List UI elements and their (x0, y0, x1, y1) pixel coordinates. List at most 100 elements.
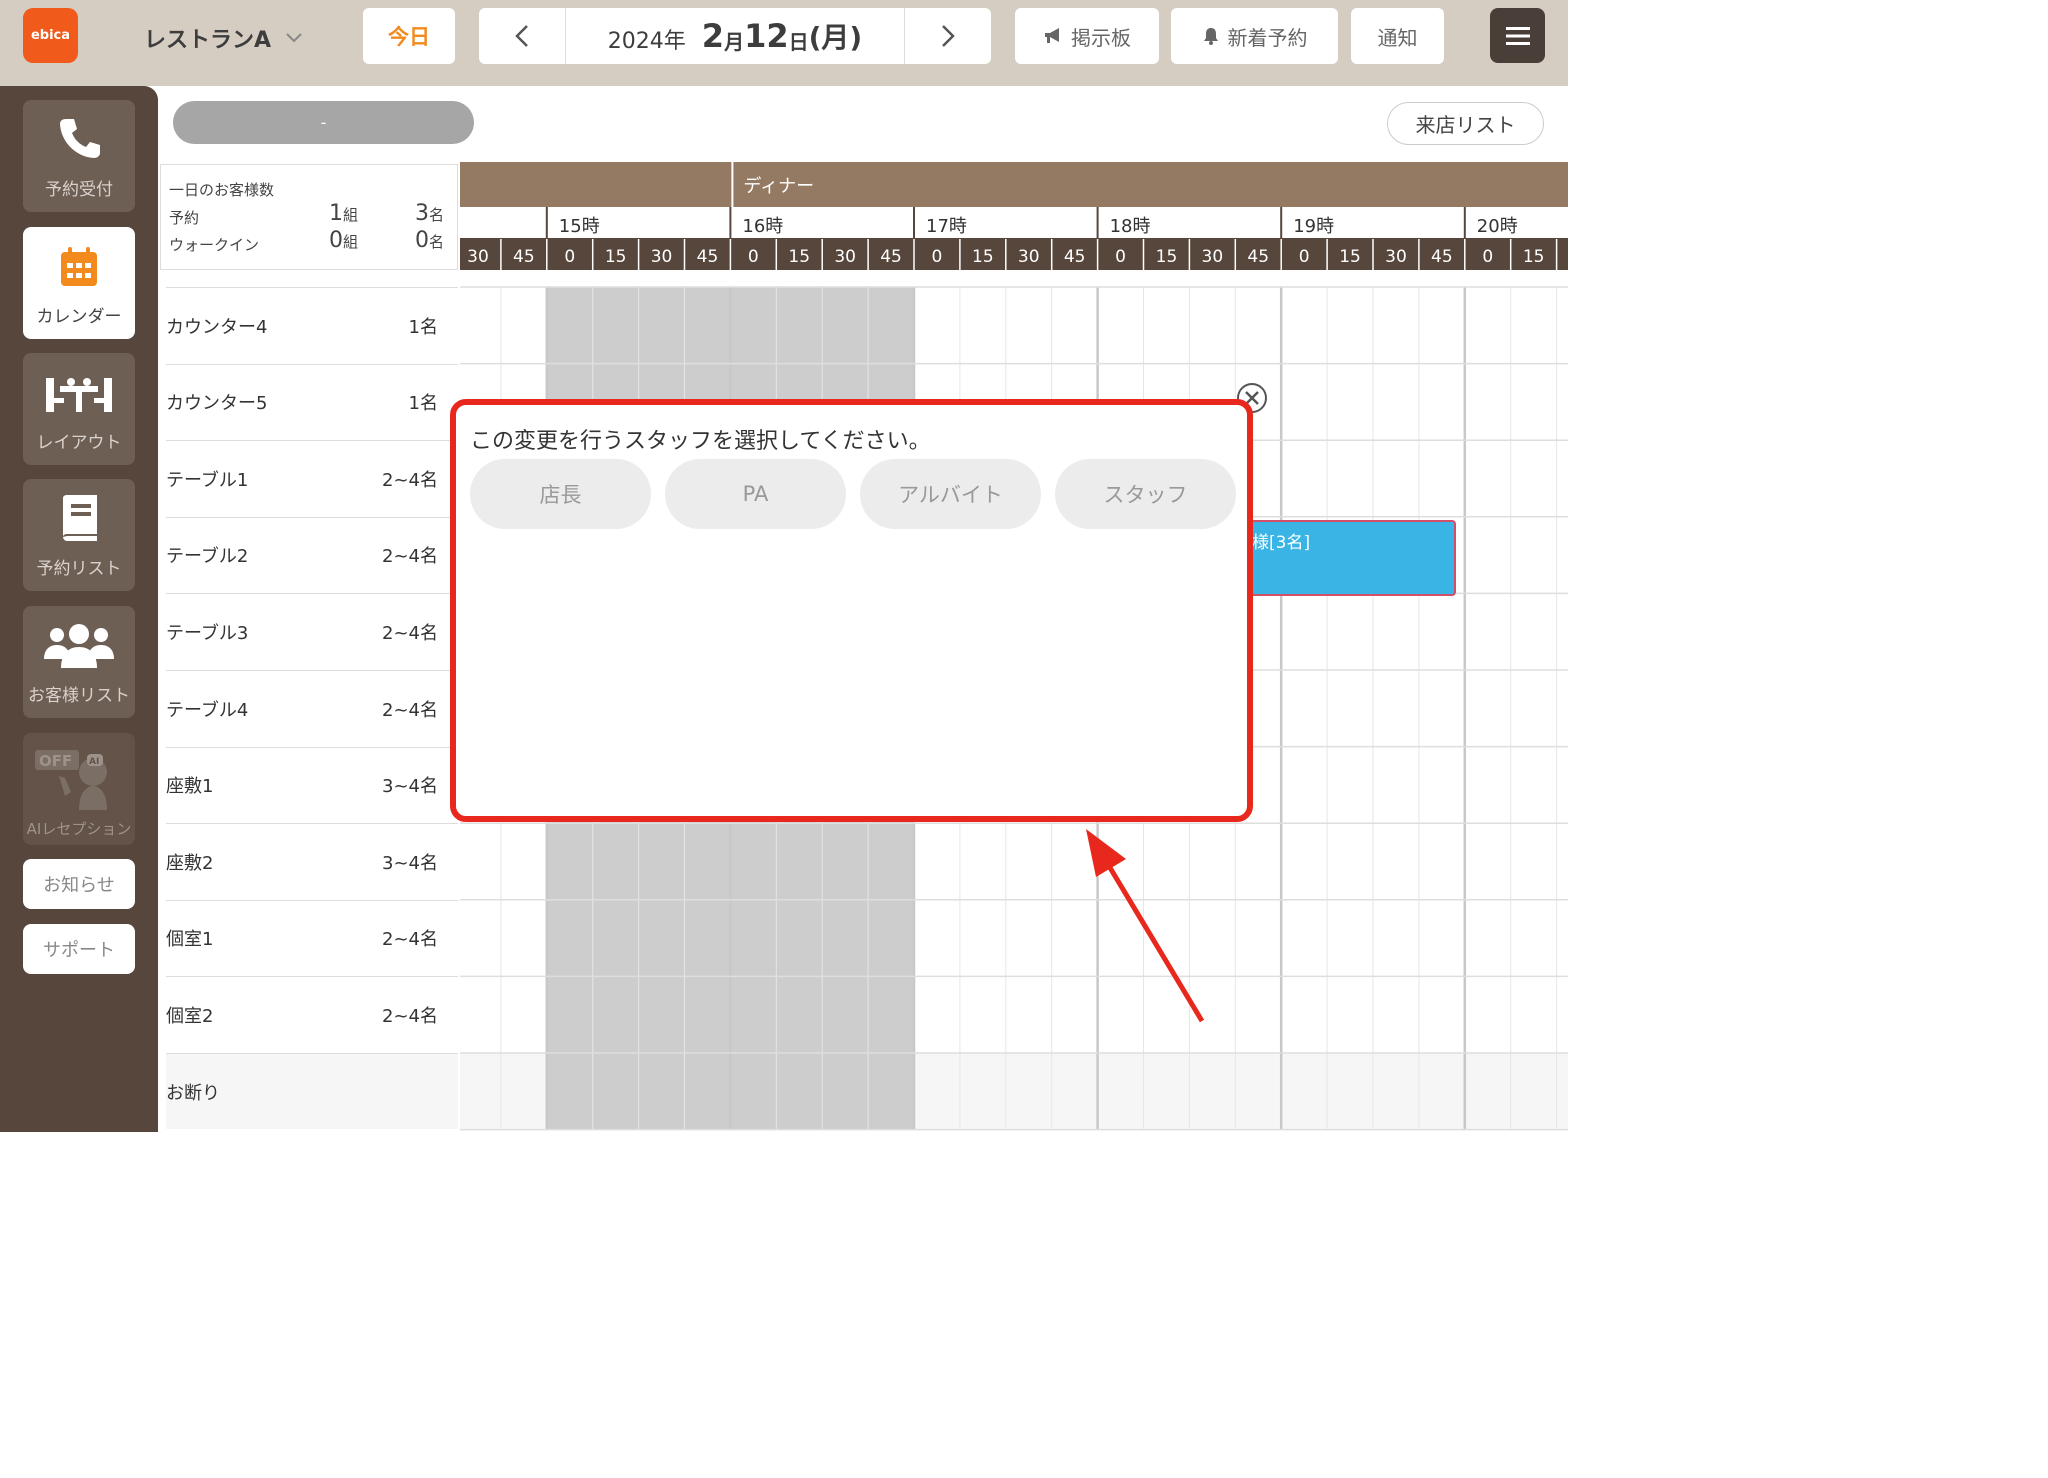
sidebar-item-layout[interactable]: レイアウト (23, 353, 135, 465)
table-name: カウンター5 (166, 393, 268, 415)
table-capacity: 1名 (408, 393, 438, 415)
walkin-people: 0名 (415, 228, 444, 253)
summary-reserved-row: 予約 (169, 207, 199, 228)
minute-label: 15 (788, 247, 810, 267)
dialog-message: この変更を行うスタッフを選択してください。 (470, 429, 931, 454)
date-day-unit: 日 (788, 29, 809, 54)
ai-receptionist-icon: OFF AI (35, 750, 107, 810)
calendar-main: - 来店リスト 一日のお客様数 予約 ウォークイン 1組 3名 0組 0名 カウ… (158, 86, 1568, 1132)
table-row-label[interactable]: テーブル2 2~4名 (166, 516, 458, 593)
new-reservations-label: 新着予約 (1227, 25, 1308, 50)
visit-list-label: 来店リスト (1415, 113, 1516, 137)
people-icon (44, 624, 114, 668)
period-label: ディナー (743, 176, 814, 197)
minute-label: 45 (1247, 247, 1269, 267)
sidebar-item-label: お客様リスト (28, 686, 130, 706)
staff-choice-label: アルバイト (898, 483, 1003, 507)
date-month: 2 (701, 17, 725, 55)
date-weekday: (月) (808, 21, 863, 54)
period-band (460, 162, 1568, 207)
date-navigator: 2024年 2 月 12 日 (月) (479, 8, 991, 64)
ebica-logo[interactable]: ebica (23, 8, 78, 63)
chevron-right-icon (942, 25, 955, 47)
sidebar-item-label: レイアウト (36, 433, 122, 453)
hour-label: 15時 (559, 216, 600, 237)
table-row-label[interactable]: 個室1 2~4名 (166, 899, 458, 976)
reserved-people-value: 3 (415, 201, 429, 226)
table-row-label[interactable]: 座敷2 3~4名 (166, 823, 458, 899)
table-capacity: 2~4名 (382, 546, 438, 568)
minute-label: 45 (1064, 247, 1086, 267)
reserved-groups: 1組 (329, 201, 358, 226)
table-row-label[interactable]: 座敷1 3~4名 (166, 746, 458, 823)
minute-label: 0 (1115, 247, 1126, 267)
summary-walkin-row: ウォークイン (169, 234, 259, 255)
staff-choice-staff[interactable]: スタッフ (1055, 459, 1236, 529)
next-day-button[interactable] (905, 8, 991, 64)
minute-label: 0 (564, 247, 575, 267)
staff-choice-label: PA (742, 482, 769, 506)
person-unit: 名 (429, 233, 445, 251)
minute-label: 30 (1385, 247, 1407, 267)
staff-select-dialog: この変更を行うスタッフを選択してください。 店長 PA アルバイト スタッフ (450, 399, 1253, 822)
sidebar-item-calendar[interactable]: カレンダー (23, 227, 135, 339)
hour-label: 19時 (1293, 216, 1334, 237)
minute-label: 45 (1431, 247, 1453, 267)
sidebar-item-label: 予約リスト (36, 559, 122, 579)
current-date[interactable]: 2024年 2 月 12 日 (月) (565, 8, 905, 64)
today-button[interactable]: 今日 (363, 8, 455, 64)
calendar-icon (61, 247, 97, 286)
new-reservations-button[interactable]: 新着予約 (1171, 8, 1338, 64)
restaurant-name: レストランA (144, 28, 272, 53)
hamburger-menu-button[interactable] (1490, 8, 1545, 63)
person-unit: 名 (429, 206, 445, 224)
table-row-label[interactable]: テーブル1 2~4名 (166, 440, 458, 516)
reservation-block[interactable]: 様[3名] (1248, 520, 1456, 596)
table-name: テーブル4 (166, 699, 249, 721)
table-row-label[interactable]: お断り (166, 1053, 458, 1129)
table-capacity: 1名 (408, 316, 438, 338)
staff-choice-parttime[interactable]: アルバイト (860, 459, 1041, 529)
reserved-groups-value: 1 (329, 201, 343, 226)
sidebar-item-reception[interactable]: 予約受付 (23, 100, 135, 212)
sidebar-item-label: カレンダー (36, 307, 122, 327)
chevron-down-icon (286, 33, 302, 43)
table-row-label[interactable]: テーブル4 2~4名 (166, 670, 458, 746)
today-label: 今日 (388, 25, 430, 49)
minute-label: 30 (1018, 247, 1040, 267)
ai-badge: AI (89, 757, 99, 767)
visit-list-button[interactable]: 来店リスト (1387, 102, 1544, 145)
group-unit: 組 (343, 206, 359, 224)
minute-label: 0 (1299, 247, 1310, 267)
news-button[interactable]: お知らせ (23, 859, 135, 909)
table-row-label[interactable]: カウンター5 1名 (166, 363, 458, 440)
staff-choice-pa[interactable]: PA (665, 459, 846, 529)
staff-choice-manager[interactable]: 店長 (470, 459, 651, 529)
restaurant-selector[interactable]: レストランA (144, 22, 303, 54)
minute-label: 0 (748, 247, 759, 267)
annotation-arrow-icon (1086, 829, 1205, 1023)
table-row-label[interactable]: テーブル3 2~4名 (166, 593, 458, 669)
table-row-label[interactable]: 個室2 2~4名 (166, 976, 458, 1052)
app-header: ebica レストランA 今日 2024年 2 月 12 日 (月) 掲示板 新… (0, 0, 1568, 86)
table-capacity: 2~4名 (382, 622, 438, 644)
bulletin-board-button[interactable]: 掲示板 (1015, 8, 1159, 64)
sidebar-item-ai-reception[interactable]: OFF AI AIレセプション (23, 733, 135, 845)
prev-day-button[interactable] (479, 8, 565, 64)
hour-label: 18時 (1110, 216, 1151, 237)
table-name: テーブル2 (166, 546, 249, 568)
sidebar-item-reservation-list[interactable]: 予約リスト (23, 479, 135, 591)
minute-label: 45 (513, 247, 535, 267)
table-row-label[interactable]: カウンター4 1名 (166, 287, 458, 363)
summary-title: 一日のお客様数 (169, 181, 275, 199)
table-name: 個室1 (166, 929, 214, 951)
sidebar-item-customer-list[interactable]: お客様リスト (23, 606, 135, 718)
support-button[interactable]: サポート (23, 924, 135, 974)
phone-icon (60, 119, 100, 158)
table-name: テーブル3 (166, 622, 249, 644)
sidebar: 予約受付 カレンダー レイアウト 予約リスト お客様リスト OFF AI AIレ… (0, 86, 158, 1132)
book-icon (63, 495, 97, 541)
notifications-button[interactable]: 通知 (1351, 8, 1444, 64)
filter-pill[interactable]: - (173, 101, 474, 144)
staff-choice-label: スタッフ (1103, 483, 1188, 507)
